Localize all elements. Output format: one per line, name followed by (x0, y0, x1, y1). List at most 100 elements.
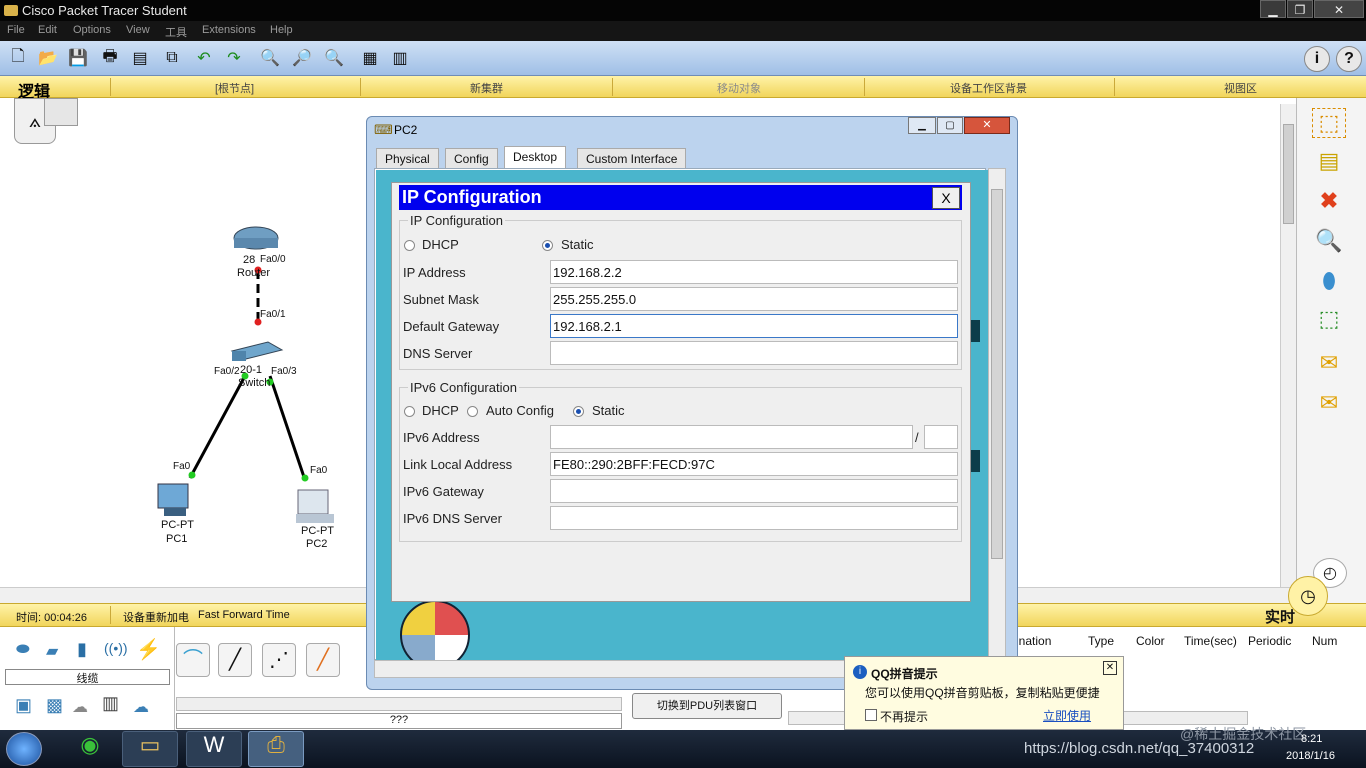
tab-desktop[interactable]: Desktop (504, 146, 567, 168)
crossover-cable-icon[interactable]: ╱ (306, 643, 340, 677)
tab-config[interactable]: Config (445, 148, 498, 168)
clock-date[interactable]: 2018/1/16 (1286, 750, 1335, 762)
viewport-button[interactable]: 视图区 (1224, 80, 1257, 96)
resize-tool-icon[interactable]: ⬚ (1312, 304, 1346, 334)
select-tool-icon[interactable]: ⬚ (1312, 108, 1346, 138)
add-complex-pdu-icon[interactable]: ✉ (1312, 388, 1346, 418)
add-simple-pdu-icon[interactable]: ✉ (1312, 348, 1346, 378)
vertical-scroll-thumb[interactable] (1283, 124, 1294, 224)
dialog-close-button[interactable]: ✕ (964, 117, 1010, 134)
root-node-link[interactable]: [根节点] (215, 80, 254, 96)
custom-devices-category-icon[interactable]: ▥ (102, 693, 119, 714)
tab-custom-interface[interactable]: Custom Interface (577, 148, 687, 168)
workspace-background-button[interactable]: 设备工作区背景 (950, 80, 1027, 96)
save-icon[interactable]: 💾 (66, 46, 90, 70)
minimize-button[interactable]: ▁ (1260, 0, 1286, 18)
menu-extensions[interactable]: Extensions (202, 24, 256, 36)
ipv6-prefix-separator: / (915, 430, 919, 445)
zoom-reset-icon[interactable]: 🔎 (290, 46, 314, 70)
ipv4-dhcp-radio[interactable] (404, 240, 415, 251)
tab-physical[interactable]: Physical (376, 148, 439, 168)
delete-tool-icon[interactable]: ✖ (1312, 186, 1346, 216)
new-file-icon[interactable]: 🗋 (6, 46, 30, 70)
wan-emulation-category-icon[interactable]: ☁ (72, 697, 88, 717)
zoom-in-icon[interactable]: 🔍 (258, 46, 282, 70)
print-icon[interactable]: 🖶 (98, 46, 122, 70)
copy-icon[interactable]: ⧉ (160, 46, 184, 70)
clock-time[interactable]: 8:21 (1301, 733, 1322, 745)
custom-device-icon[interactable]: ▥ (388, 46, 412, 70)
multiuser-category-icon[interactable]: ☁ (133, 697, 149, 717)
ipv4-static-radio[interactable] (542, 240, 553, 251)
move-object-button[interactable]: 移动对象 (717, 80, 761, 96)
ipv6-dns-server-field[interactable] (550, 506, 958, 530)
ipv6-prefix-field[interactable] (924, 425, 958, 449)
inspect-tool-icon[interactable]: 🔍 (1312, 226, 1346, 256)
ipv6-static-radio[interactable] (573, 406, 584, 417)
drawing-tool-icon[interactable]: ⬮ (1312, 266, 1346, 296)
ipv6-gateway-field[interactable] (550, 479, 958, 503)
ipv6-address-field[interactable] (550, 425, 913, 449)
connections-category-icon[interactable]: ⚡ (136, 637, 161, 662)
toggle-pdu-list-button[interactable]: 切换到PDU列表窗口 (632, 693, 782, 719)
taskbar-explorer-icon[interactable]: ▭ (122, 731, 178, 767)
console-cable-icon[interactable]: ╱ (218, 643, 252, 677)
menu-edit[interactable]: Edit (38, 24, 57, 36)
menu-view[interactable]: View (126, 24, 150, 36)
undo-icon[interactable]: ↶ (192, 46, 216, 70)
ipv6-dhcp-label: DHCP (422, 403, 459, 418)
maximize-button[interactable]: ❐ (1287, 0, 1313, 18)
hubs-category-icon[interactable]: ▮ (77, 639, 87, 660)
end-devices-category-icon[interactable]: ▣ (15, 695, 32, 716)
subnet-mask-field[interactable]: 255.255.255.0 (550, 287, 958, 311)
dns-server-field[interactable] (550, 341, 958, 365)
ip-config-close-button[interactable]: X (932, 187, 960, 209)
device-horizontal-scrollbar[interactable] (176, 697, 622, 711)
auto-connection-icon[interactable]: ⌒ (176, 643, 210, 677)
taskbar-w-app-icon[interactable]: W (186, 731, 242, 767)
info-icon[interactable]: i (1304, 46, 1330, 72)
ip-address-field[interactable]: 192.168.2.2 (550, 260, 958, 284)
dialog-scroll-thumb[interactable] (991, 189, 1003, 559)
use-now-link[interactable]: 立即使用 (1043, 707, 1091, 724)
router-name-label: Router (237, 267, 271, 279)
note-tool-icon[interactable]: ▤ (1312, 146, 1346, 176)
switches-category-icon[interactable]: ▰ (46, 641, 58, 661)
ipv6-auto-config-radio[interactable] (467, 406, 478, 417)
power-cycle-button[interactable]: 设备重新加电 (123, 609, 189, 625)
popup-close-icon[interactable]: ✕ (1103, 661, 1117, 675)
routers-category-icon[interactable]: ⬬ (16, 641, 30, 659)
new-cluster-button[interactable]: 新集群 (470, 80, 503, 96)
menu-options[interactable]: Options (73, 24, 111, 36)
workspace-vertical-scrollbar[interactable] (1280, 104, 1296, 588)
router-model-label: 28 (243, 254, 256, 266)
wireless-category-icon[interactable]: ((•)) (104, 640, 128, 656)
redo-icon[interactable]: ↷ (222, 46, 246, 70)
straight-through-cable-icon[interactable]: ⋰ (262, 643, 296, 677)
dialog-vertical-scrollbar[interactable] (988, 168, 1006, 660)
menu-help[interactable]: Help (270, 24, 293, 36)
link-local-address-field[interactable]: FE80::290:2BFF:FECD:97C (550, 452, 958, 476)
app-title: Cisco Packet Tracer Student (22, 3, 187, 18)
ipv6-dhcp-radio[interactable] (404, 406, 415, 417)
activity-wizard-icon[interactable]: ▤ (128, 46, 152, 70)
taskbar-packet-tracer-icon[interactable]: ⎙ (248, 731, 304, 767)
pc2-icon (297, 489, 329, 515)
dialog-minimize-button[interactable]: ▁ (908, 117, 936, 134)
dont-show-checkbox[interactable] (865, 709, 877, 721)
start-button[interactable] (6, 732, 42, 766)
help-icon[interactable]: ? (1336, 46, 1362, 72)
menu-tools[interactable]: 工具 (165, 24, 187, 40)
open-folder-icon[interactable]: 📂 (36, 46, 60, 70)
zoom-out-icon[interactable]: 🔍 (322, 46, 346, 70)
pdu-col-periodic: Periodic (1248, 634, 1292, 648)
realtime-mode-label[interactable]: 实时 (1265, 606, 1295, 627)
close-button[interactable]: ✕ (1314, 0, 1364, 18)
default-gateway-field[interactable]: 192.168.2.1 (550, 314, 958, 338)
fast-forward-button[interactable]: Fast Forward Time (198, 609, 290, 621)
dialog-maximize-button[interactable]: ▢ (937, 117, 963, 134)
palette-icon[interactable]: ▦ (358, 46, 382, 70)
taskbar-browser-icon[interactable]: ◉ (66, 732, 114, 766)
security-category-icon[interactable]: ▩ (46, 695, 63, 716)
menu-file[interactable]: File (7, 24, 25, 36)
